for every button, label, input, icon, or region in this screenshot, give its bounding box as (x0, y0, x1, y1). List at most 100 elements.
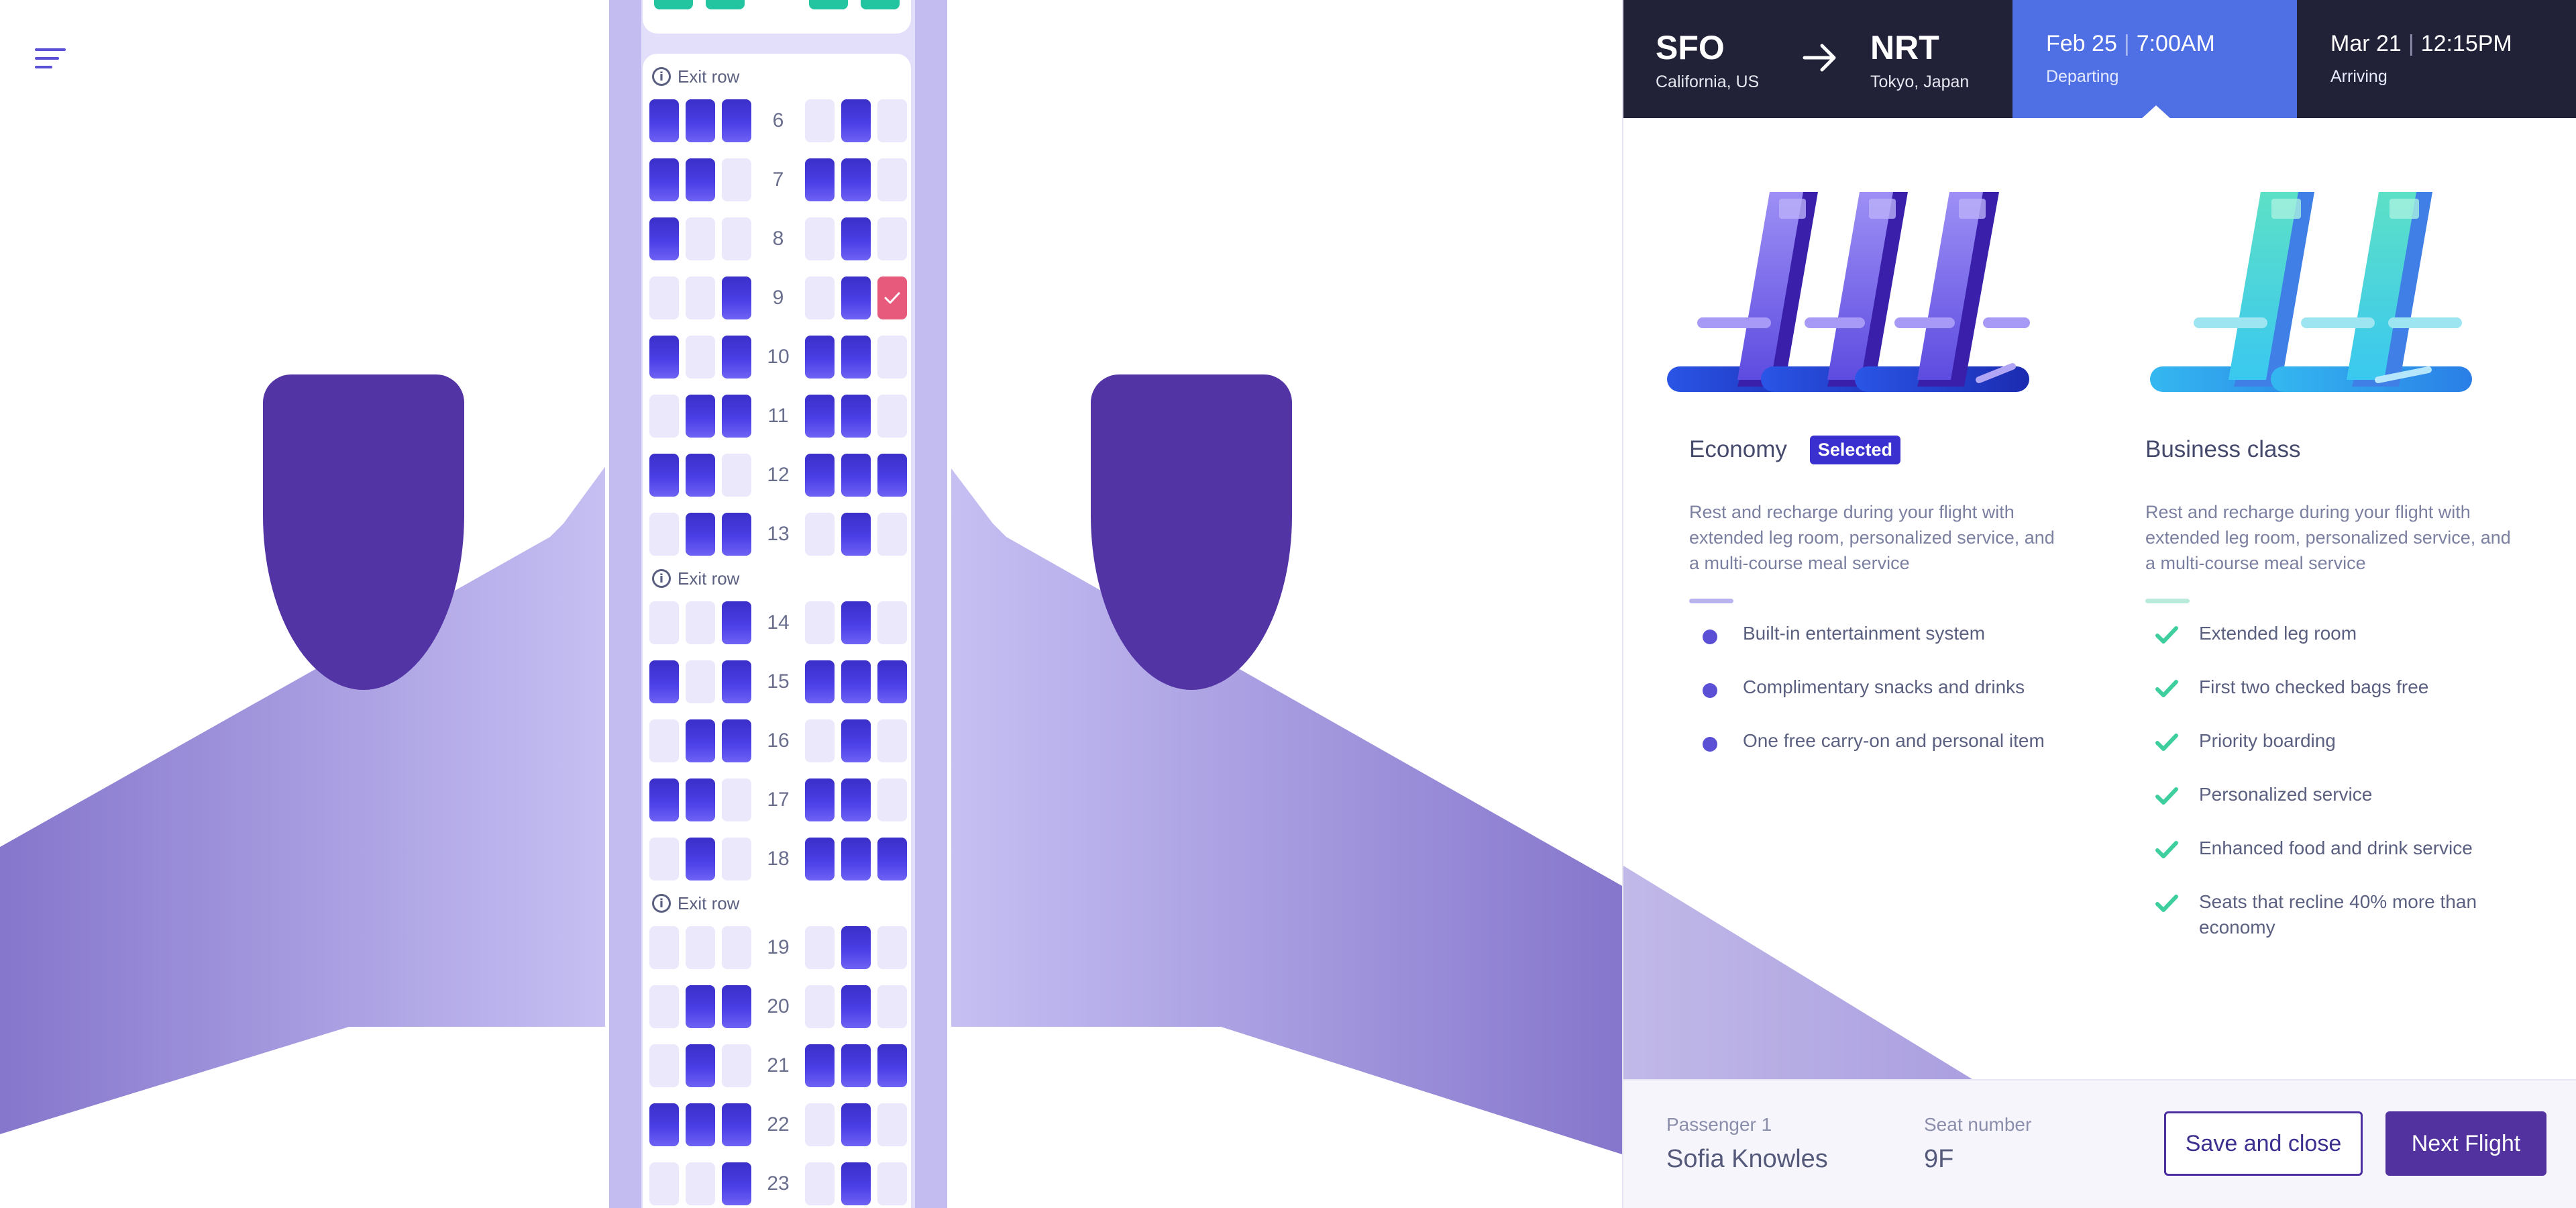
seat-occupied[interactable] (841, 1162, 871, 1205)
seat-available[interactable] (877, 719, 907, 762)
seat-occupied[interactable] (841, 1103, 871, 1146)
seat-occupied[interactable] (841, 158, 871, 201)
seat-occupied[interactable] (686, 1103, 715, 1146)
seat-available[interactable] (877, 985, 907, 1028)
seat-occupied[interactable] (686, 719, 715, 762)
seat-occupied[interactable] (722, 513, 751, 556)
seat-occupied[interactable] (649, 454, 679, 497)
seat-occupied[interactable] (722, 719, 751, 762)
seat-available[interactable] (649, 601, 679, 644)
seat-available[interactable] (649, 719, 679, 762)
exit-row-seat[interactable] (809, 0, 848, 9)
seat-occupied[interactable] (841, 217, 871, 260)
seat-available[interactable] (649, 1044, 679, 1087)
seat-available[interactable] (805, 513, 835, 556)
seat-occupied[interactable] (686, 99, 715, 142)
seat-occupied[interactable] (649, 158, 679, 201)
seat-occupied[interactable] (841, 660, 871, 703)
seat-occupied[interactable] (841, 1044, 871, 1087)
save-and-close-button[interactable]: Save and close (2164, 1111, 2363, 1176)
seat-available[interactable] (649, 276, 679, 319)
seat-available[interactable] (722, 158, 751, 201)
seat-occupied[interactable] (841, 454, 871, 497)
seat-occupied[interactable] (649, 336, 679, 379)
seat-occupied[interactable] (877, 454, 907, 497)
seat-occupied[interactable] (841, 926, 871, 969)
seat-occupied[interactable] (841, 395, 871, 438)
economy-seats-illustration[interactable] (1664, 185, 2093, 400)
seat-available[interactable] (649, 985, 679, 1028)
seat-occupied[interactable] (649, 778, 679, 821)
seat-available[interactable] (722, 778, 751, 821)
seat-available[interactable] (877, 513, 907, 556)
exit-row-seat[interactable] (654, 0, 693, 9)
seat-occupied[interactable] (722, 336, 751, 379)
seat-occupied[interactable] (686, 395, 715, 438)
seat-occupied[interactable] (722, 601, 751, 644)
seat-available[interactable] (805, 99, 835, 142)
seat-occupied[interactable] (649, 1103, 679, 1146)
seat-available[interactable] (805, 276, 835, 319)
seat-occupied[interactable] (686, 158, 715, 201)
seat-available[interactable] (877, 99, 907, 142)
seat-occupied[interactable] (722, 99, 751, 142)
seat-occupied[interactable] (877, 838, 907, 880)
seat-available[interactable] (805, 601, 835, 644)
seat-occupied[interactable] (841, 513, 871, 556)
seat-occupied[interactable] (841, 336, 871, 379)
seat-occupied[interactable] (805, 1044, 835, 1087)
seat-available[interactable] (877, 336, 907, 379)
seat-available[interactable] (805, 719, 835, 762)
seat-occupied[interactable] (722, 985, 751, 1028)
seat-available[interactable] (686, 1162, 715, 1205)
seat-available[interactable] (649, 838, 679, 880)
seat-occupied[interactable] (805, 158, 835, 201)
seat-occupied[interactable] (722, 1162, 751, 1205)
hamburger-menu-icon[interactable] (35, 48, 71, 78)
seat-occupied[interactable] (722, 1103, 751, 1146)
exit-row-seat[interactable] (706, 0, 745, 9)
seat-available[interactable] (805, 1103, 835, 1146)
seat-available[interactable] (686, 660, 715, 703)
seat-available[interactable] (722, 838, 751, 880)
seat-occupied[interactable] (805, 336, 835, 379)
seat-available[interactable] (722, 1044, 751, 1087)
economy-class-option[interactable]: Economy Selected Rest and recharge durin… (1689, 430, 2065, 782)
seat-available[interactable] (877, 1162, 907, 1205)
seat-occupied[interactable] (805, 838, 835, 880)
seat-available[interactable] (877, 158, 907, 201)
seat-occupied[interactable] (686, 454, 715, 497)
seat-available[interactable] (805, 985, 835, 1028)
seat-available[interactable] (686, 601, 715, 644)
seat-occupied[interactable] (805, 395, 835, 438)
seat-occupied[interactable] (841, 276, 871, 319)
departing-tab[interactable]: Feb 25 | 7:00AM Departing (2012, 0, 2297, 119)
seat-occupied[interactable] (686, 838, 715, 880)
seat-available[interactable] (805, 217, 835, 260)
seat-available[interactable] (877, 778, 907, 821)
seat-occupied[interactable] (841, 601, 871, 644)
seat-available[interactable] (722, 454, 751, 497)
seat-available[interactable] (649, 513, 679, 556)
seat-available[interactable] (686, 926, 715, 969)
seat-occupied[interactable] (686, 985, 715, 1028)
seat-selected[interactable] (877, 276, 907, 319)
seat-occupied[interactable] (686, 513, 715, 556)
seat-available[interactable] (686, 217, 715, 260)
seat-available[interactable] (877, 395, 907, 438)
arriving-tab[interactable]: Mar 21 | 12:15PM Arriving (2297, 0, 2576, 118)
next-flight-button[interactable]: Next Flight (2385, 1111, 2546, 1176)
seat-occupied[interactable] (649, 217, 679, 260)
seat-available[interactable] (877, 217, 907, 260)
seat-occupied[interactable] (686, 778, 715, 821)
seat-available[interactable] (805, 926, 835, 969)
seat-occupied[interactable] (841, 99, 871, 142)
seat-occupied[interactable] (722, 660, 751, 703)
seat-available[interactable] (649, 926, 679, 969)
seat-occupied[interactable] (805, 454, 835, 497)
seat-occupied[interactable] (841, 838, 871, 880)
seat-available[interactable] (649, 395, 679, 438)
seat-occupied[interactable] (877, 1044, 907, 1087)
seat-available[interactable] (686, 336, 715, 379)
seat-available[interactable] (877, 601, 907, 644)
